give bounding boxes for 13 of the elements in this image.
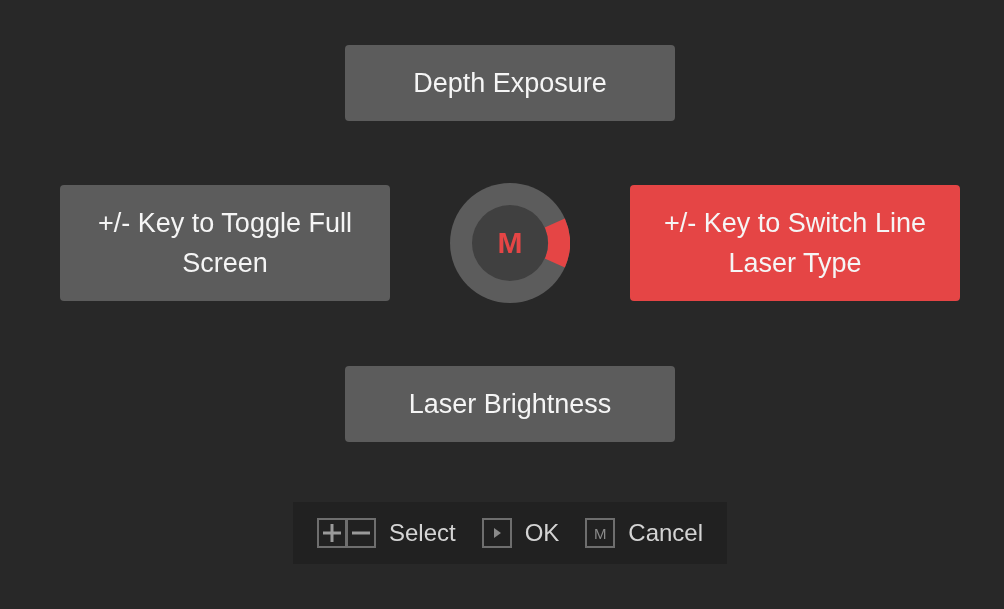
plus-key-icon <box>316 518 347 548</box>
menu-option[interactable]: +/- Key to Toggle Full Screen <box>60 185 390 301</box>
hint-label: OK <box>524 521 560 545</box>
keycap: M <box>585 518 616 548</box>
dial-ring-icon <box>450 183 570 303</box>
hint-label: Select <box>388 521 456 545</box>
minus-key-icon <box>345 518 376 548</box>
menu-option[interactable]: Laser Brightness <box>345 366 675 442</box>
play-key-icon <box>481 518 512 548</box>
menu-option[interactable]: +/- Key to Switch Line Laser Type <box>630 185 960 301</box>
hint-label: Cancel <box>628 521 704 545</box>
menu-option[interactable]: Depth Exposure <box>345 45 675 121</box>
dial-label: M <box>497 228 523 258</box>
